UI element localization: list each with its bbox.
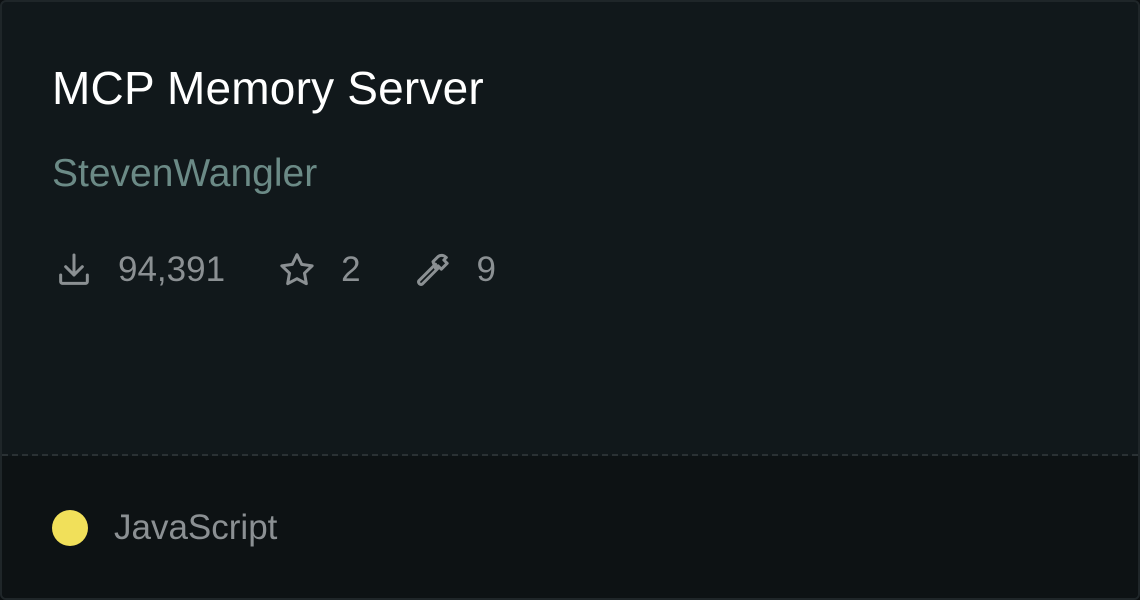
- tools-count: 9: [476, 250, 496, 289]
- server-card[interactable]: MCP Memory Server StevenWangler 94,391 2…: [0, 0, 1140, 600]
- tools-stat: 9: [411, 246, 496, 294]
- hammer-icon: [411, 248, 455, 292]
- language-color-dot: [52, 510, 88, 546]
- downloads-stat: 94,391: [52, 246, 225, 294]
- server-title[interactable]: MCP Memory Server: [52, 58, 484, 118]
- star-icon: [275, 248, 319, 292]
- language-tag: JavaScript: [52, 504, 277, 552]
- downloads-count: 94,391: [118, 250, 226, 289]
- card-footer: JavaScript: [2, 456, 1138, 598]
- download-icon: [52, 248, 96, 292]
- author-link[interactable]: StevenWangler: [52, 149, 317, 199]
- card-header: MCP Memory Server StevenWangler 94,391 2…: [2, 2, 1138, 454]
- stars-stat: 2: [275, 246, 361, 294]
- stats-row: 94,391 2 9: [52, 246, 496, 294]
- language-label: JavaScript: [114, 508, 278, 547]
- stars-count: 2: [341, 250, 361, 289]
